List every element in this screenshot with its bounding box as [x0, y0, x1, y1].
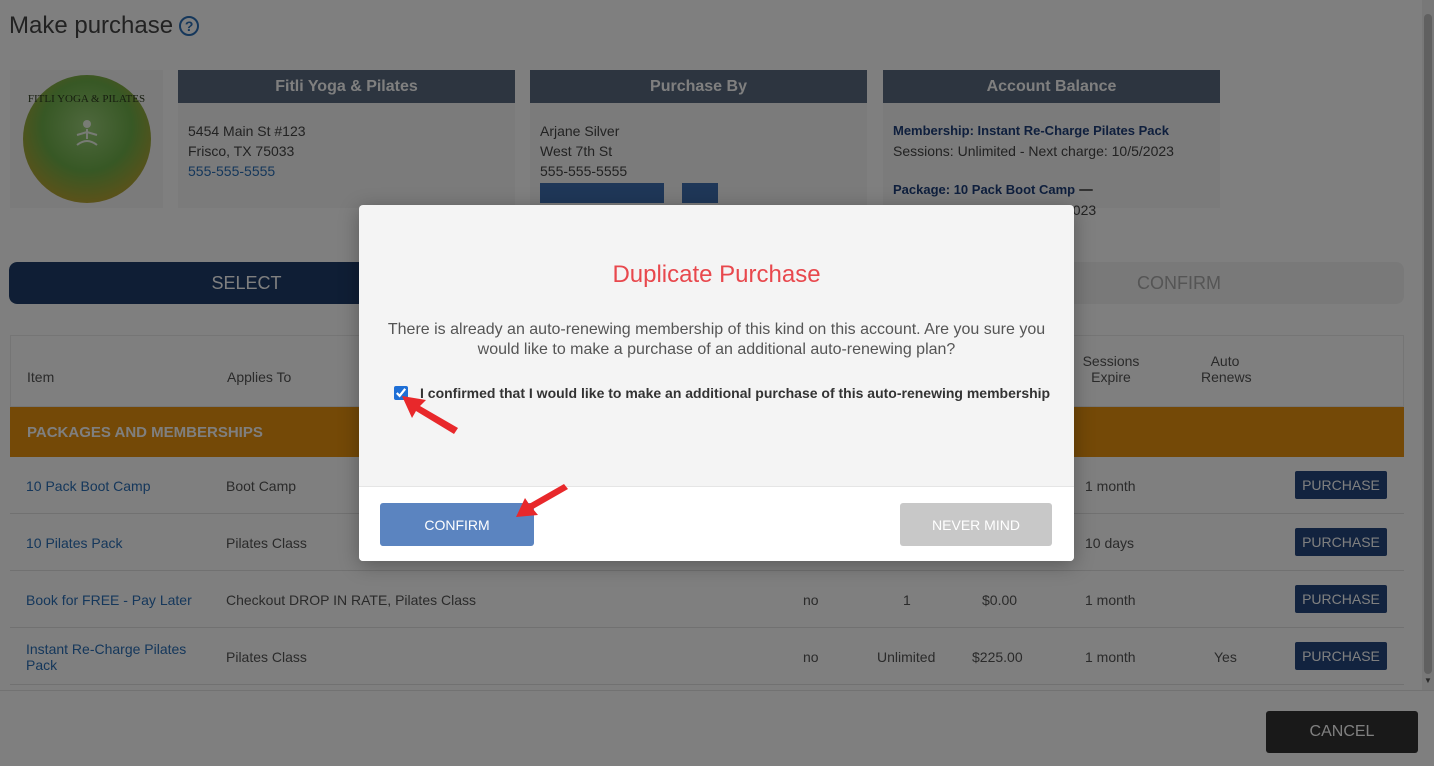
modal-title: Duplicate Purchase	[612, 261, 821, 288]
modal-never-mind-button[interactable]: NEVER MIND	[900, 503, 1052, 546]
modal-message: There is already an auto-renewing member…	[387, 321, 1046, 358]
modal-confirm-button[interactable]: CONFIRM	[380, 503, 534, 546]
confirm-duplicate-checkbox[interactable]	[394, 386, 408, 400]
confirm-checkbox-label: I confirmed that I would like to make an…	[420, 385, 1051, 401]
modal-footer: CONFIRM NEVER MIND	[359, 486, 1074, 561]
confirm-checkbox-row[interactable]: I confirmed that I would like to make an…	[394, 385, 1050, 401]
duplicate-purchase-modal: Duplicate Purchase There is already an a…	[359, 205, 1074, 561]
